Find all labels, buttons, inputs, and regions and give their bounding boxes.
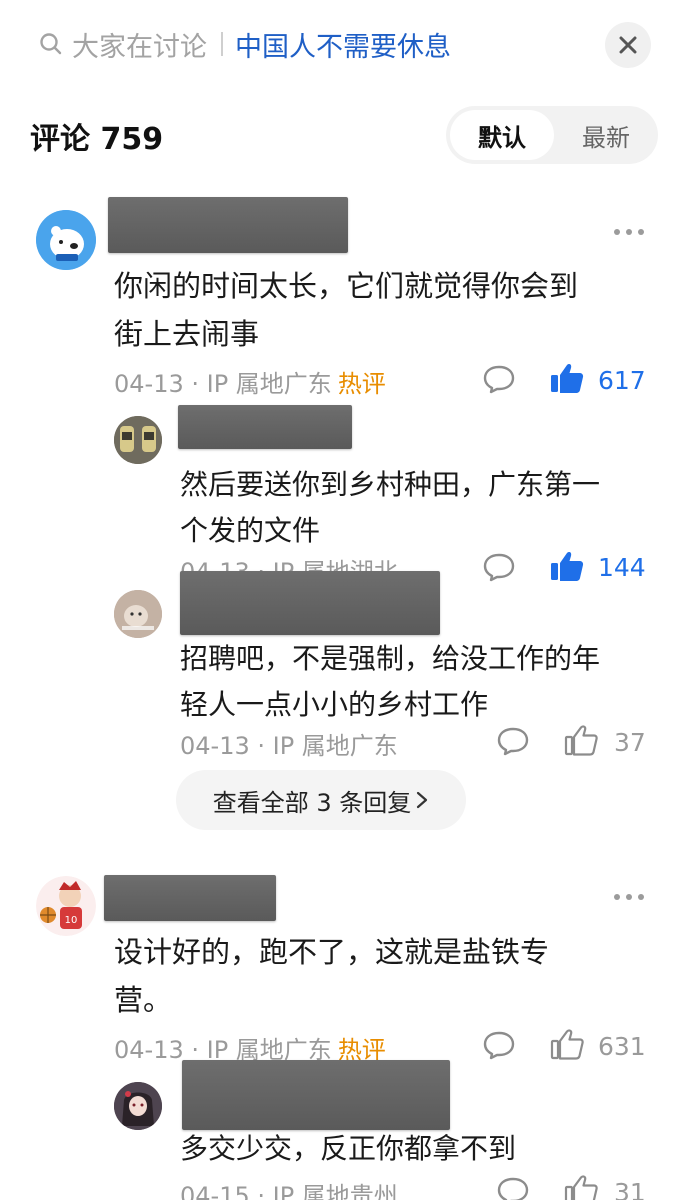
like-outline-icon[interactable] [564,1174,598,1200]
reply-text: 多交少交，反正你都拿不到 [180,1132,517,1165]
reply-text: 招聘吧，不是强制，给没工作的年 轻人一点小小的乡村工作 [180,642,601,721]
basketball-player-avatar-icon: 10 [36,876,96,936]
hot-topic-link[interactable]: 中国人不需要休息 [235,25,451,64]
anime-girl-avatar-icon [114,1082,162,1130]
comments-count-title: 评论 759 [30,122,164,157]
top-bar: 大家在讨论 中国人不需要休息 [0,0,688,96]
redacted-username [178,405,352,449]
like-outline-icon[interactable] [564,724,598,756]
redacted-username [180,571,440,635]
like-outline-icon[interactable] [550,1028,584,1060]
search-icon [40,33,62,55]
reply-meta: 04-15 · IP 属地贵州 [180,1182,398,1200]
svg-text:10: 10 [65,915,78,926]
like-count: 31 [614,1178,646,1200]
close-icon [619,36,637,54]
like-count: 37 [614,728,646,757]
view-all-replies-button[interactable]: 查看全部 3 条回复 [176,770,466,830]
reply-icon[interactable] [496,1176,530,1200]
search-divider [221,32,223,56]
more-options-icon[interactable] [614,229,644,235]
reply-meta: 04-13 · IP 属地广东 [180,732,398,760]
avatar[interactable] [114,416,162,464]
sort-toggle: 默认 最新 [446,106,658,164]
like-count: 617 [598,366,646,395]
close-button[interactable] [605,22,651,68]
polar-bear-avatar-icon [36,210,96,270]
hot-comment-badge: 热评 [337,370,386,398]
reply-icon[interactable] [482,552,516,582]
reply-icon[interactable] [496,726,530,756]
search-bar[interactable]: 大家在讨论 中国人不需要休息 [38,22,451,66]
reply-icon[interactable] [482,364,516,394]
sort-default-tab[interactable]: 默认 [450,110,554,160]
like-icon[interactable] [550,362,584,394]
user-avatar-icon [114,416,162,464]
avatar[interactable] [114,590,162,638]
sort-latest-tab[interactable]: 最新 [558,110,654,160]
user-avatar-icon [114,590,162,638]
redacted-username [104,875,276,921]
comment-text: 你闲的时间太长，它们就觉得你会到 街上去闹事 [114,269,579,351]
comment-meta: 04-13 · IP 属地广东 热评 [114,364,386,399]
reply-icon[interactable] [482,1030,516,1060]
avatar[interactable] [36,210,96,270]
like-count: 144 [598,553,646,582]
search-placeholder: 大家在讨论 [72,31,207,63]
comment-text: 设计好的，跑不了，这就是盐铁专 营。 [114,935,550,1017]
reply-text: 然后要送你到乡村种田，广东第一 个发的文件 [180,468,601,547]
redacted-username [108,197,348,253]
more-options-icon[interactable] [614,894,644,900]
chevron-right-icon [417,791,428,809]
avatar[interactable]: 10 [36,876,96,936]
avatar[interactable] [114,1082,162,1130]
redacted-username [182,1060,450,1130]
like-icon[interactable] [550,550,584,582]
like-count: 631 [598,1032,646,1061]
